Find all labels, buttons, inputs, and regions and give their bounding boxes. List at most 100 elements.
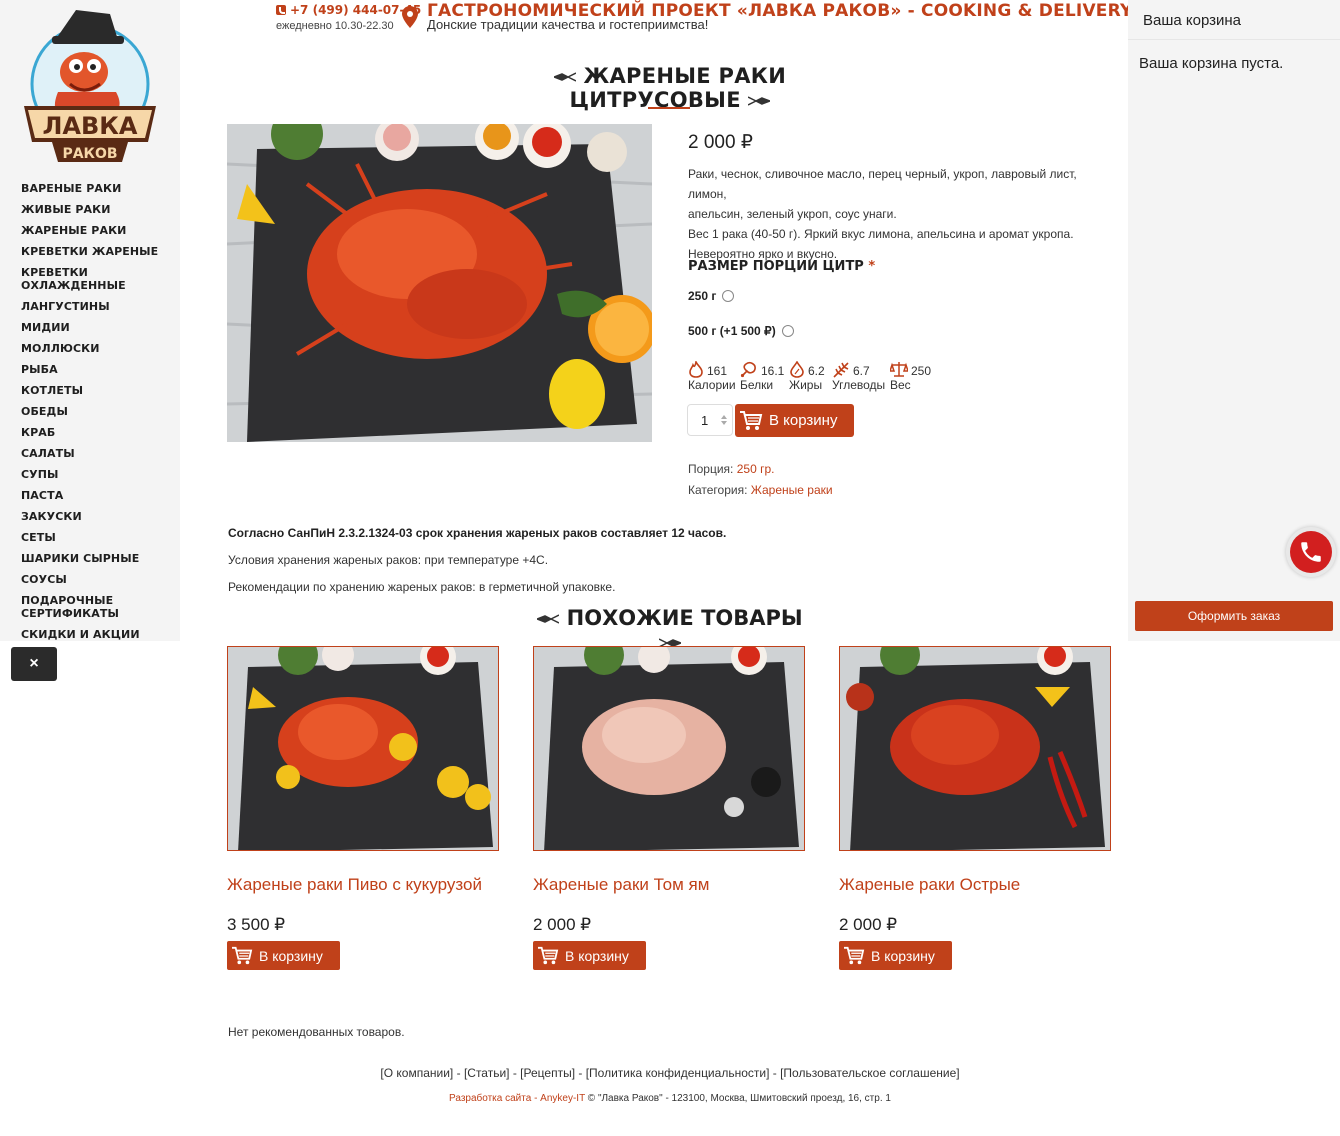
working-hours: ежедневно 10.30-22.30	[276, 20, 394, 32]
storage-conditions: Условия хранения жареных раков: при темп…	[228, 553, 549, 567]
footer-link-terms[interactable]: [Пользовательское соглашение]	[780, 1066, 960, 1080]
nutrition-value: 161	[707, 364, 728, 378]
similar-product-card: Жареные раки Том ям 2 000 ₽ В корзину	[533, 646, 805, 970]
menu-item[interactable]: СОУСЫ	[21, 573, 171, 586]
quantity-value[interactable]: 1	[701, 413, 708, 428]
menu-item[interactable]: САЛАТЫ	[21, 447, 171, 460]
similar-product-image[interactable]	[533, 646, 805, 851]
menu-item[interactable]: ЖИВЫЕ РАКИ	[21, 203, 171, 216]
product-image[interactable]	[227, 124, 652, 442]
similar-product-image[interactable]	[227, 646, 499, 851]
phone-icon	[276, 5, 286, 15]
menu-item[interactable]: КРАБ	[21, 426, 171, 439]
spinner-arrows-icon[interactable]	[720, 414, 728, 426]
portion-radio[interactable]	[781, 325, 794, 337]
portion-radio[interactable]	[722, 290, 735, 302]
quantity-stepper[interactable]: 1	[687, 404, 733, 436]
copyright-text: © "Лавка Раков" - 123100, Москва, Шмитов…	[585, 1093, 891, 1104]
cart-icon	[844, 946, 865, 964]
checkout-button[interactable]: Оформить заказ	[1135, 601, 1333, 631]
storage-recommendation: Рекомендации по хранению жареных раков: …	[228, 580, 616, 594]
product-description: Раки, чеснок, сливочное масло, перец чер…	[688, 164, 1108, 264]
drop-icon	[790, 361, 804, 378]
portion-option-500[interactable]: 500 г (+1 500 ₽)	[688, 324, 794, 338]
similar-add-to-cart-button[interactable]: В корзину	[839, 941, 952, 970]
similar-add-to-cart-label: В корзину	[565, 947, 629, 964]
nutrition-label: Калории	[688, 378, 736, 392]
similar-product-price: 2 000 ₽	[533, 915, 592, 934]
menu-item[interactable]: СУПЫ	[21, 468, 171, 481]
category-link[interactable]: Жареные раки	[751, 483, 833, 497]
add-to-cart-button[interactable]: В корзину	[735, 404, 854, 437]
meat-icon	[740, 362, 756, 378]
svg-text:РАКОВ: РАКОВ	[62, 146, 117, 162]
footer-link-about[interactable]: [О компании]	[380, 1066, 453, 1080]
similar-product-name[interactable]: Жареные раки Том ям	[533, 875, 709, 895]
similar-product-image[interactable]	[839, 646, 1111, 851]
menu-item[interactable]: ВАРЕНЫЕ РАКИ	[21, 182, 171, 195]
footer-link-articles[interactable]: [Статьи]	[464, 1066, 510, 1080]
similar-add-to-cart-button[interactable]: В корзину	[533, 941, 646, 970]
similar-product-name[interactable]: Жареные раки Острые	[839, 875, 1020, 895]
description-line: Вес 1 рака (40-50 г). Яркий вкус лимона,…	[688, 227, 1074, 241]
similar-add-to-cart-button[interactable]: В корзину	[227, 941, 340, 970]
portion-meta-link[interactable]: 250 гр.	[737, 462, 775, 476]
menu-item[interactable]: ШАРИКИ СЫРНЫЕ	[21, 552, 171, 565]
footer-separator: -	[575, 1066, 586, 1080]
call-button[interactable]	[1286, 527, 1336, 577]
menu-item[interactable]: РЫБА	[21, 363, 171, 376]
menu-item[interactable]: СКИДКИ И АКЦИИ	[21, 628, 171, 641]
location-pin-icon	[402, 6, 418, 28]
similar-product-price: 3 500 ₽	[227, 915, 286, 934]
logo[interactable]: ЛАВКА РАКОВ	[18, 6, 162, 172]
portion-size-text: РАЗМЕР ПОРЦИИ ЦИТР	[688, 259, 864, 274]
portion-option-250[interactable]: 250 г	[688, 289, 735, 303]
menu-item[interactable]: ПОДАРОЧНЫЕ СЕРТИФИКАТЫ	[21, 594, 171, 620]
menu-item[interactable]: КРЕВЕТКИ ЖАРЕНЫЕ	[21, 245, 171, 258]
nutrition-value: 16.1	[761, 364, 785, 378]
portion-option-label: 500 г (+1 500 ₽)	[688, 324, 776, 338]
similar-add-to-cart-label: В корзину	[259, 947, 323, 964]
menu-item[interactable]: МИДИИ	[21, 321, 171, 334]
developer-link[interactable]: Разработка сайта - Anykey-IT	[449, 1093, 585, 1104]
header-phone[interactable]: +7 (499) 444-07-45	[276, 3, 421, 17]
nutrition-label: Жиры	[789, 378, 823, 392]
site-tagline: Донские традиции качества и гостеприимст…	[427, 17, 709, 32]
menu-item[interactable]: ЗАКУСКИ	[21, 510, 171, 523]
similar-product-name[interactable]: Жареные раки Пиво с кукурузой	[227, 875, 482, 895]
crayfish-ornament-icon	[553, 72, 576, 82]
menu-item[interactable]: КРЕВЕТКИ ОХЛАЖДЕННЫЕ	[21, 266, 171, 292]
menu-item[interactable]: СЕТЫ	[21, 531, 171, 544]
close-sidebar-button[interactable]: ×	[11, 647, 57, 681]
svg-text:ЛАВКА: ЛАВКА	[43, 112, 138, 140]
menu-item[interactable]: МОЛЛЮСКИ	[21, 342, 171, 355]
menu-item[interactable]: ОБЕДЫ	[21, 405, 171, 418]
phone-handset-icon	[1301, 542, 1321, 562]
menu-item[interactable]: ЖАРЕНЫЕ РАКИ	[21, 224, 171, 237]
footer-links: [О компании] - [Статьи] - [Рецепты] - [П…	[0, 1066, 1340, 1080]
similar-product-card: Жареные раки Острые 2 000 ₽ В корзину	[839, 646, 1111, 970]
similar-product-card: Жареные раки Пиво с кукурузой 3 500 ₽ В …	[227, 646, 499, 970]
nutrition-carbs: 6.7 Углеводы	[832, 360, 885, 392]
nutrition-value: 250	[911, 364, 932, 378]
product-title: ЖАРЕНЫЕ РАКИ ЦИТРУСОВЫЕ	[470, 64, 870, 112]
cart-icon	[232, 946, 253, 964]
nutrition-label: Белки	[740, 378, 774, 392]
storage-note: Согласно СанПиН 2.3.2.1324-03 срок хране…	[228, 526, 727, 540]
footer-link-recipes[interactable]: [Рецепты]	[520, 1066, 575, 1080]
no-recommended-text: Нет рекомендованных товаров.	[228, 1025, 405, 1039]
nutrition-weight: 250 Вес	[890, 360, 931, 392]
required-mark: *	[868, 259, 876, 274]
nutrition-label: Углеводы	[832, 378, 886, 392]
flame-icon	[689, 361, 703, 378]
category-meta: Категория: Жареные раки	[688, 483, 833, 497]
add-to-cart-label: В корзину	[769, 412, 838, 429]
nutrition-label: Вес	[890, 378, 911, 392]
category-meta-label: Категория:	[688, 483, 748, 497]
footer-link-privacy[interactable]: [Политика конфиденциальности]	[586, 1066, 770, 1080]
similar-title-text: ПОХОЖИЕ ТОВАРЫ	[566, 606, 803, 630]
cart-icon	[538, 946, 559, 964]
menu-item[interactable]: ЛАНГУСТИНЫ	[21, 300, 171, 313]
menu-item[interactable]: ПАСТА	[21, 489, 171, 502]
menu-item[interactable]: КОТЛЕТЫ	[21, 384, 171, 397]
